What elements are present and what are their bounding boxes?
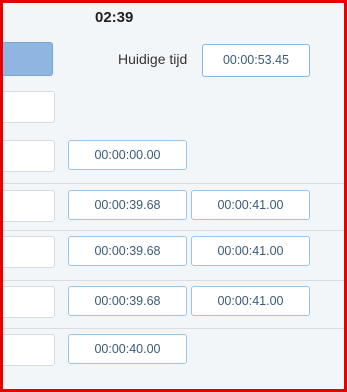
row-stub-field[interactable] bbox=[3, 236, 55, 268]
row-end-time-field[interactable]: 00:00:41.00 bbox=[191, 286, 310, 316]
panel-frame: 02:39 Huidige tijd 00:00:53.45 00:00:00.… bbox=[0, 0, 347, 392]
row-start-time-field[interactable]: 00:00:40.00 bbox=[68, 334, 187, 364]
row-start-time-field[interactable]: 00:00:39.68 bbox=[68, 236, 187, 266]
row-stub-field[interactable] bbox=[3, 91, 55, 123]
row-end-time-field[interactable]: 00:00:41.00 bbox=[191, 190, 310, 220]
row-start-time-field[interactable]: 00:00:00.00 bbox=[68, 140, 187, 170]
row-start-time-field[interactable]: 00:00:39.68 bbox=[68, 190, 187, 220]
clock-header: 02:39 bbox=[95, 9, 134, 26]
row-stub-field[interactable] bbox=[3, 334, 55, 366]
row-stub-field[interactable] bbox=[3, 286, 55, 318]
row-divider bbox=[3, 328, 344, 329]
row-end-time-field[interactable]: 00:00:41.00 bbox=[191, 236, 310, 266]
current-time-label: Huidige tijd bbox=[118, 51, 188, 67]
row-stub-field[interactable] bbox=[3, 190, 55, 222]
selected-row-block[interactable] bbox=[3, 42, 53, 76]
row-stub-field[interactable] bbox=[3, 140, 55, 172]
row-divider bbox=[3, 183, 344, 184]
row-divider bbox=[3, 280, 344, 281]
row-start-time-field[interactable]: 00:00:39.68 bbox=[68, 286, 187, 316]
current-time-field[interactable]: 00:00:53.45 bbox=[202, 44, 310, 77]
row-divider bbox=[3, 230, 344, 231]
